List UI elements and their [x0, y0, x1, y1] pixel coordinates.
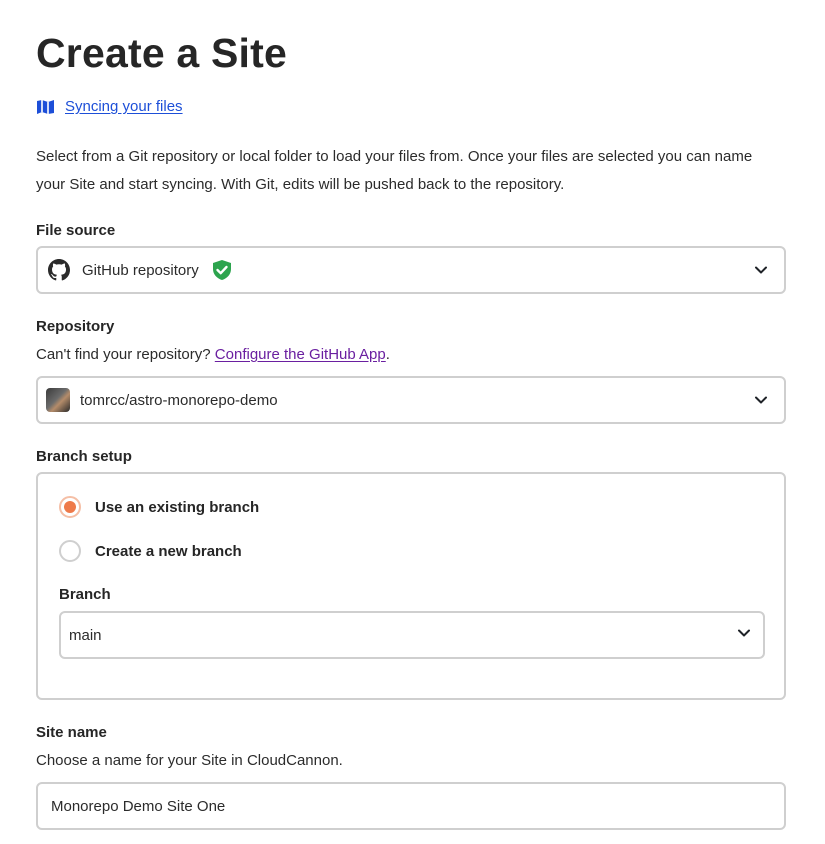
verified-shield-icon — [211, 259, 233, 281]
radio-existing-branch-control[interactable] — [59, 496, 81, 518]
avatar — [46, 388, 70, 412]
repository-select[interactable]: tomrcc/astro-monorepo-demo — [36, 376, 786, 424]
site-name-label: Site name — [36, 724, 107, 741]
file-source-value: GitHub repository — [46, 259, 754, 281]
branch-value: main — [69, 626, 102, 644]
chevron-down-icon — [737, 626, 751, 644]
branch-select[interactable]: main — [59, 611, 765, 659]
file-source-text: GitHub repository — [82, 261, 199, 279]
chevron-down-icon — [754, 263, 768, 277]
branch-setup-box: Use an existing branch Create a new bran… — [36, 472, 786, 700]
file-source-select[interactable]: GitHub repository — [36, 246, 786, 294]
repository-label: Repository — [36, 318, 115, 335]
repository-helper: Can't find your repository? Configure th… — [36, 346, 390, 363]
repository-text: tomrcc/astro-monorepo-demo — [80, 391, 278, 409]
github-icon — [48, 259, 70, 281]
create-site-page: Create a Site Syncing your files Select … — [0, 0, 825, 844]
radio-existing-branch[interactable]: Use an existing branch — [59, 496, 259, 518]
repository-value: tomrcc/astro-monorepo-demo — [46, 388, 754, 412]
book-map-icon — [36, 99, 55, 115]
intro-text: Select from a Git repository or local fo… — [36, 148, 753, 193]
branch-setup-label: Branch setup — [36, 448, 132, 465]
site-name-input[interactable] — [36, 782, 786, 830]
repository-helper-text: Can't find your repository? — [36, 346, 215, 363]
syncing-files-link[interactable]: Syncing your files — [65, 98, 183, 115]
site-name-helper: Choose a name for your Site in CloudCann… — [36, 752, 343, 769]
radio-existing-branch-label: Use an existing branch — [95, 498, 260, 516]
file-source-label: File source — [36, 222, 116, 239]
configure-github-app-link[interactable]: Configure the GitHub App — [215, 346, 386, 363]
docs-link-row: Syncing your files — [36, 98, 183, 115]
radio-new-branch-label: Create a new branch — [95, 542, 242, 560]
page-title: Create a Site — [36, 30, 288, 76]
repository-helper-suffix: . — [385, 346, 390, 363]
chevron-down-icon — [754, 393, 768, 407]
branch-label: Branch — [59, 586, 111, 603]
radio-new-branch-control[interactable] — [59, 540, 81, 562]
radio-new-branch[interactable]: Create a new branch — [59, 540, 242, 562]
